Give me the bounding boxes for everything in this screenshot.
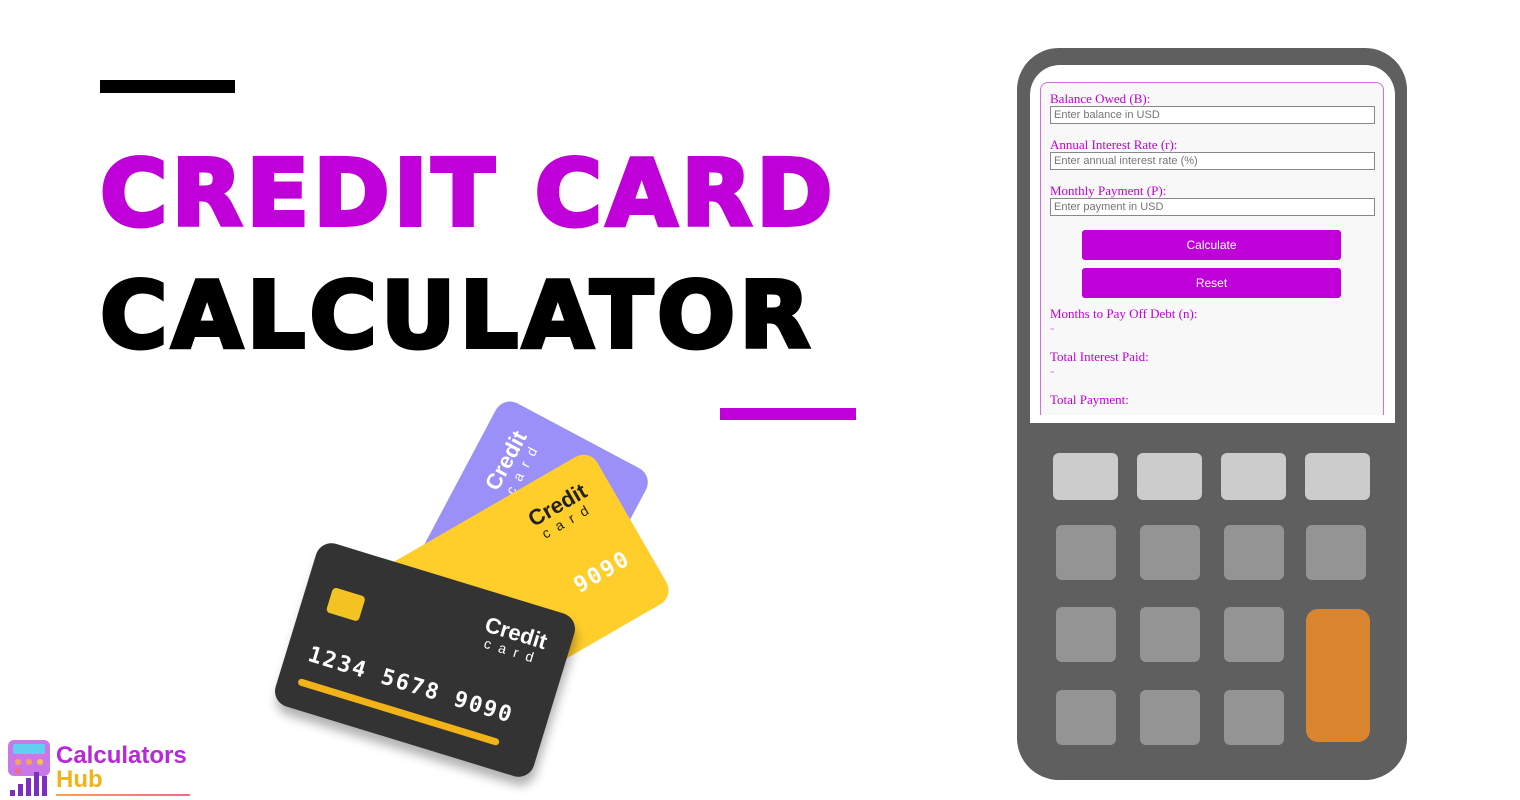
logo-underline: [56, 794, 190, 796]
logo-line1: Calculators: [56, 742, 187, 769]
rate-label: Annual Interest Rate (r):: [1050, 137, 1178, 152]
calculator-form: Balance Owed (B): Annual Interest Rate (…: [1040, 82, 1384, 415]
key[interactable]: [1305, 453, 1370, 500]
key[interactable]: [1056, 525, 1116, 580]
key[interactable]: [1224, 607, 1284, 662]
payment-label: Monthly Payment (P):: [1050, 183, 1167, 198]
payment-input[interactable]: [1050, 198, 1375, 216]
months-value: -: [1050, 320, 1055, 335]
key[interactable]: [1306, 525, 1366, 580]
card-number: 9090: [569, 546, 636, 599]
months-label: Months to Pay Off Debt (n):: [1050, 306, 1198, 321]
key[interactable]: [1221, 453, 1286, 500]
reset-button[interactable]: Reset: [1082, 268, 1341, 298]
key[interactable]: [1224, 525, 1284, 580]
logo-calculator-icon: [8, 740, 50, 796]
total-label: Total Payment:: [1050, 392, 1129, 407]
key[interactable]: [1056, 690, 1116, 745]
balance-input[interactable]: [1050, 106, 1375, 124]
interest-label: Total Interest Paid:: [1050, 349, 1149, 364]
key-equals[interactable]: [1306, 609, 1370, 742]
logo-line2: Hub: [56, 766, 103, 793]
interest-value: -: [1050, 363, 1055, 378]
key[interactable]: [1056, 607, 1116, 662]
key[interactable]: [1140, 525, 1200, 580]
decorative-bar-purple: [720, 408, 856, 420]
balance-label: Balance Owed (B):: [1050, 91, 1151, 106]
decorative-bar-black: [100, 80, 235, 93]
calculate-button[interactable]: Calculate: [1082, 230, 1341, 260]
key[interactable]: [1224, 690, 1284, 745]
key[interactable]: [1140, 607, 1200, 662]
key[interactable]: [1053, 453, 1118, 500]
rate-input[interactable]: [1050, 152, 1375, 170]
key[interactable]: [1140, 690, 1200, 745]
title-line-2: CALCULATOR: [98, 262, 815, 369]
chip-icon: [325, 587, 366, 622]
key[interactable]: [1137, 453, 1202, 500]
title-line-1: CREDIT CARD: [98, 140, 837, 247]
